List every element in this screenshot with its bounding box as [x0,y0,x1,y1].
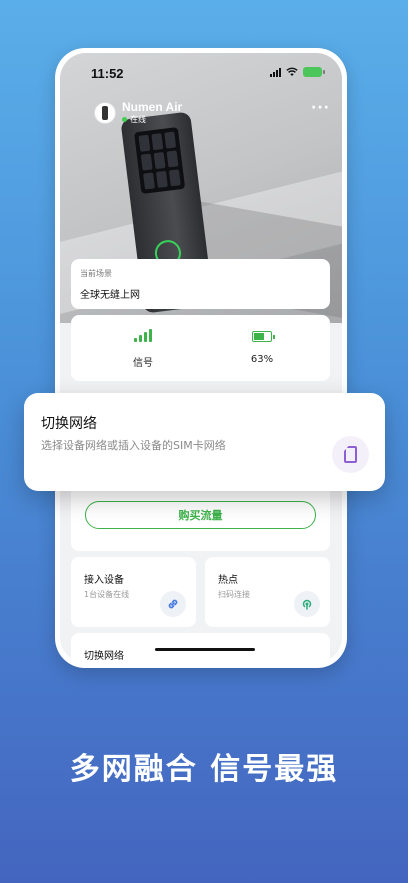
signal-label: 信号 [133,358,153,369]
status-bar: 11:52 [60,53,342,87]
link-icon [160,591,186,617]
current-scene-card[interactable]: 当前场景 全球无缝上网 [71,259,330,309]
online-dot-icon [122,117,127,122]
more-options-button[interactable]: ··· [311,100,330,116]
sim-card-icon[interactable] [332,436,369,473]
cellular-signal-icon [270,67,281,77]
buy-data-card: 购买流量 [71,483,330,551]
hotspot-subtitle: 扫码连接 [218,590,250,599]
connected-devices-title: 接入设备 [84,575,124,586]
connected-devices-subtitle: 1台设备在线 [84,590,130,599]
signal-stat: 信号 [93,327,193,369]
device-name: Numen Air [122,100,183,114]
battery-icon [252,331,275,342]
battery-stat: 63% [212,327,312,365]
hotspot-tile[interactable]: 热点 扫码连接 [205,557,330,627]
scene-value: 全球无缝上网 [80,290,140,301]
connected-devices-tile[interactable]: 接入设备 1台设备在线 [71,557,196,627]
hotspot-icon [294,591,320,617]
buy-data-button[interactable]: 购买流量 [85,501,316,529]
hotspot-title: 热点 [218,575,238,586]
device-header[interactable]: Numen Air 在线 [94,100,182,125]
switch-network-label: 切换网络 [84,651,124,662]
app-screen: 11:52 Numen Air 在线 ··· 当前场景 全球无缝上网 信号 63… [60,53,342,663]
device-stats-card: 信号 63% [71,315,330,381]
signal-bars-icon [134,328,152,342]
scene-label: 当前场景 [80,269,112,278]
battery-percent: 63% [250,354,274,365]
promo-tagline: 多网融合 信号最强 [69,752,339,787]
popup-subtitle: 选择设备网络或插入设备的SIM卡网络 [41,439,226,452]
device-avatar [94,101,116,124]
wifi-icon [286,67,298,76]
popup-title: 切换网络 [41,416,97,432]
battery-status-icon [303,67,325,77]
status-time: 11:52 [91,66,124,81]
switch-network-popup-card[interactable]: 切换网络 选择设备网络或插入设备的SIM卡网络 [24,393,385,491]
phone-frame: 11:52 Numen Air 在线 ··· 当前场景 全球无缝上网 信号 63… [55,48,347,668]
device-status: 在线 [122,114,182,125]
home-indicator [155,648,255,651]
